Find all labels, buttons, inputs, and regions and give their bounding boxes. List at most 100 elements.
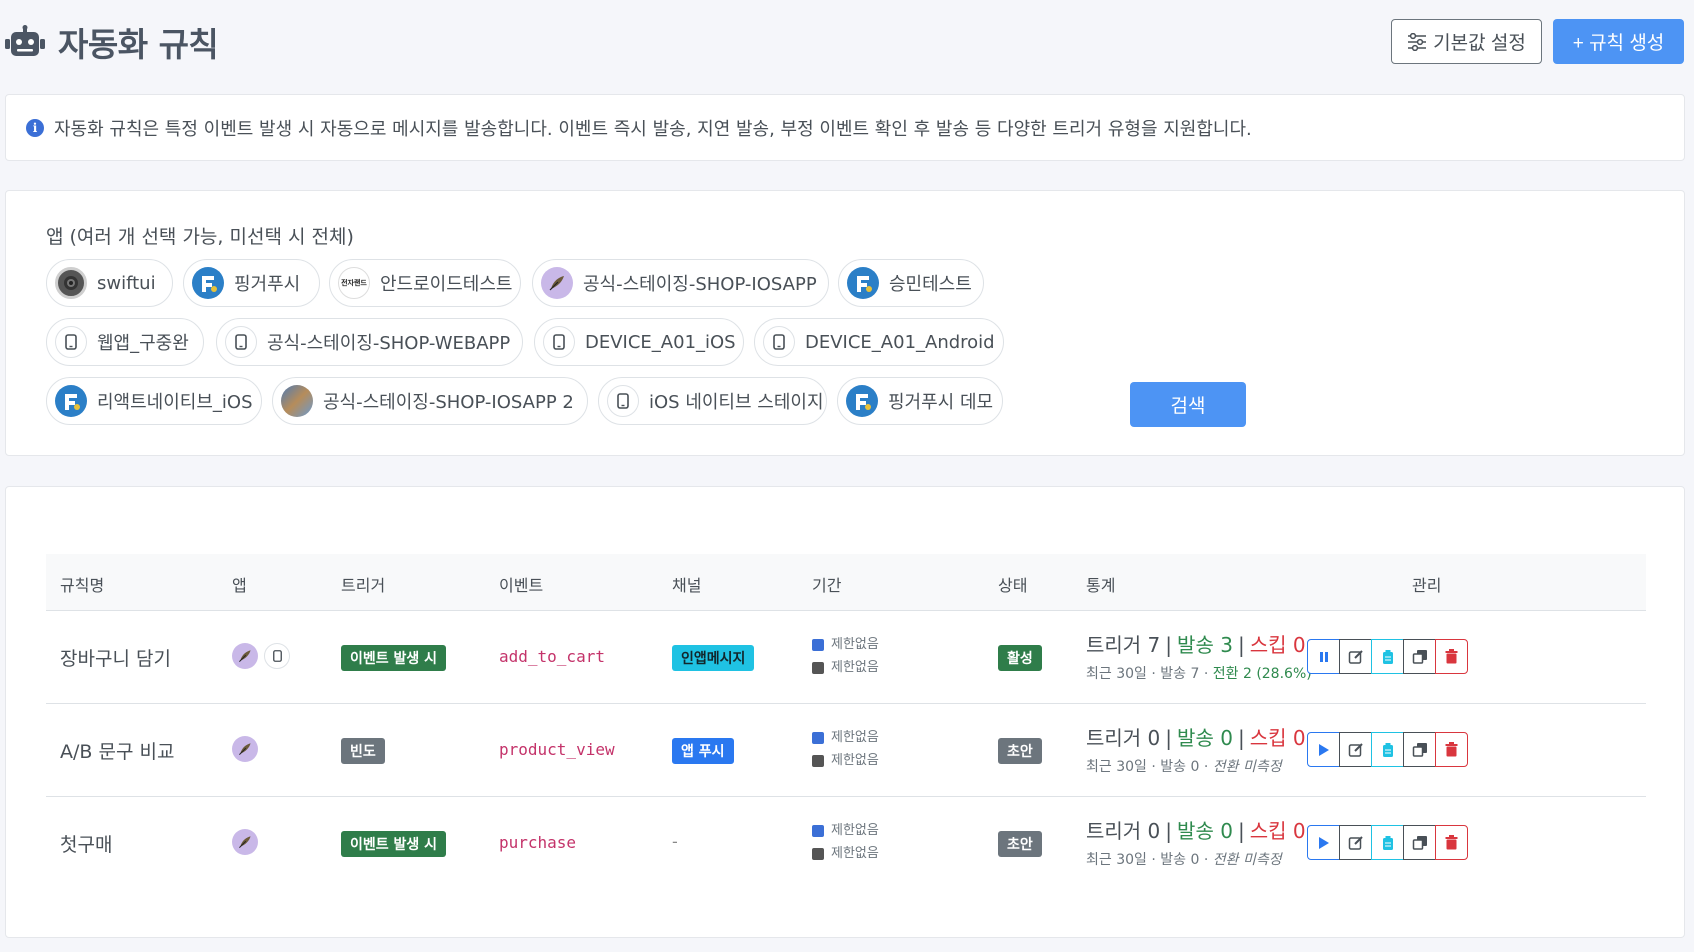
info-alert: i 자동화 규칙은 특정 이벤트 발생 시 자동으로 메시지를 발송합니다. 이… xyxy=(5,94,1685,161)
rule-name[interactable]: 첫구매 xyxy=(60,830,112,857)
copy-button[interactable] xyxy=(1403,639,1436,674)
app-chip-fingerpush-demo[interactable]: 핑거푸시 데모 xyxy=(837,377,1003,425)
period-end: 제한없음 xyxy=(831,846,879,861)
calendar-icon xyxy=(812,731,824,744)
period-start: 제한없음 xyxy=(831,823,879,838)
channel-empty: - xyxy=(672,832,678,851)
app-chip-label: 안드로이드테스트 xyxy=(380,274,513,295)
stats-trigger: 트리거 0 xyxy=(1086,819,1161,843)
app-chip-label: DEVICE_A01_iOS xyxy=(585,331,736,353)
rule-period: 제한없음 제한없음 xyxy=(812,819,879,865)
table-row: 첫구매 이벤트 발생 시 purchase - 제한없음 제한없음 초안 트리거… xyxy=(46,797,1646,890)
channel-badge: 앱 푸시 xyxy=(672,738,734,764)
edit-button[interactable] xyxy=(1339,825,1372,860)
mobile-device-icon xyxy=(543,326,575,358)
stats-sent: 발송 0 xyxy=(1177,819,1233,843)
column-header-name: 규칙명 xyxy=(60,576,105,595)
logs-button[interactable] xyxy=(1371,732,1404,767)
rule-name[interactable]: A/B 문구 비교 xyxy=(60,737,174,764)
page-header: 자동화 규칙 기본값 설정 + 규칙 생성 xyxy=(0,0,1694,84)
rule-apps xyxy=(232,643,290,669)
app-filter-card: 앱 (여러 개 선택 가능, 미선택 시 전체) swiftui 핑거푸시 전자… xyxy=(5,190,1685,456)
stats-trigger: 트리거 7 xyxy=(1086,633,1161,657)
trash-icon xyxy=(1445,649,1458,664)
rule-name[interactable]: 장바구니 담기 xyxy=(60,644,171,671)
status-badge: 초안 xyxy=(998,831,1042,857)
app-chip-label: 핑거푸시 xyxy=(234,274,301,295)
rule-stats: 트리거 0 | 발송 0 | 스킵 0 최근 30일 · 발송 0 · 전환 미측정 xyxy=(1086,726,1306,775)
rule-period: 제한없음 제한없음 xyxy=(812,726,879,772)
app-chip-staging-shop-iosapp[interactable]: 공식-스테이징-SHOP-IOSAPP xyxy=(532,259,829,307)
info-text: 자동화 규칙은 특정 이벤트 발생 시 자동으로 메시지를 발송합니다. 이벤트… xyxy=(54,118,1252,140)
logs-button[interactable] xyxy=(1371,639,1404,674)
app-chip-react-native-ios[interactable]: 리액트네이티브_iOS xyxy=(46,377,262,425)
table-row: A/B 문구 비교 빈도 product_view 앱 푸시 제한없음 제한없음… xyxy=(46,704,1646,797)
table-header: 규칙명 앱 트리거 이벤트 채널 기간 상태 통계 관리 xyxy=(46,554,1646,611)
search-button[interactable]: 검색 xyxy=(1130,382,1246,427)
app-chip-webapp-gujungwan[interactable]: 웹앱_구중완 xyxy=(46,318,204,366)
rules-table: 규칙명 앱 트리거 이벤트 채널 기간 상태 통계 관리 장바구니 담기 이벤트… xyxy=(46,554,1646,890)
app-chip-swiftui[interactable]: swiftui xyxy=(46,259,173,307)
calendar-icon xyxy=(812,638,824,651)
delete-button[interactable] xyxy=(1435,825,1468,860)
edit-icon xyxy=(1348,649,1363,664)
status-badge: 초안 xyxy=(998,738,1042,764)
edit-button[interactable] xyxy=(1339,732,1372,767)
trigger-badge: 빈도 xyxy=(341,738,385,764)
play-icon xyxy=(1318,836,1329,849)
channel-badge: 인앱메시지 xyxy=(672,645,755,671)
trigger-badge: 이벤트 발생 시 xyxy=(341,831,447,857)
defaults-settings-label: 기본값 설정 xyxy=(1433,33,1526,54)
table-row: 장바구니 담기 이벤트 발생 시 add_to_cart 인앱메시지 제한없음 … xyxy=(46,611,1646,704)
pause-button[interactable] xyxy=(1307,639,1340,674)
play-button[interactable] xyxy=(1307,732,1340,767)
app-chip-fingerpush[interactable]: 핑거푸시 xyxy=(183,259,320,307)
app-chip-staging-shop-iosapp-2[interactable]: 공식-스테이징-SHOP-IOSAPP 2 xyxy=(272,377,588,425)
stats-sub-sent: 발송 0 xyxy=(1160,759,1200,775)
fingerpush-logo-icon xyxy=(846,385,878,417)
swift-app-icon xyxy=(55,267,87,299)
clipboard-icon xyxy=(1382,835,1393,850)
calendar-check-icon xyxy=(812,847,824,860)
app-chip-label: 공식-스테이징-SHOP-WEBAPP xyxy=(267,333,511,354)
period-start: 제한없음 xyxy=(831,730,879,745)
app-chip-seungmin-test[interactable]: 승민테스트 xyxy=(838,259,984,307)
column-header-event: 이벤트 xyxy=(499,576,544,595)
rule-apps xyxy=(232,829,258,855)
delete-button[interactable] xyxy=(1435,639,1468,674)
app-chip-android-test[interactable]: 전자랜드 안드로이드테스트 xyxy=(329,259,521,307)
sliders-icon xyxy=(1408,32,1427,51)
app-chip-ios-native-stage[interactable]: iOS 네이티브 스테이지 xyxy=(598,377,827,425)
mobile-device-icon xyxy=(264,643,290,669)
copy-button[interactable] xyxy=(1403,732,1436,767)
row-actions xyxy=(1307,732,1468,767)
defaults-settings-button[interactable]: 기본값 설정 xyxy=(1391,19,1542,64)
copy-button[interactable] xyxy=(1403,825,1436,860)
play-button[interactable] xyxy=(1307,825,1340,860)
calendar-check-icon xyxy=(812,754,824,767)
app-chip-staging-shop-webapp[interactable]: 공식-스테이징-SHOP-WEBAPP xyxy=(216,318,523,366)
event-name: add_to_cart xyxy=(499,647,605,666)
create-rule-button[interactable]: + 규칙 생성 xyxy=(1553,19,1684,64)
mobile-device-icon xyxy=(225,326,257,358)
stats-period: 최근 30일 xyxy=(1086,852,1147,868)
column-header-channel: 채널 xyxy=(672,576,702,595)
app-chip-device-a01-android[interactable]: DEVICE_A01_Android xyxy=(754,318,1004,366)
fingerpush-logo-icon xyxy=(847,267,879,299)
calendar-check-icon xyxy=(812,661,824,674)
app-chip-label: iOS 네이티브 스테이지 xyxy=(649,392,824,413)
app-chip-label: 공식-스테이징-SHOP-IOSAPP xyxy=(583,274,817,295)
column-header-trigger: 트리거 xyxy=(341,576,386,595)
logs-button[interactable] xyxy=(1371,825,1404,860)
app-chip-label: 리액트네이티브_iOS xyxy=(97,392,253,413)
mobile-device-icon xyxy=(763,326,795,358)
app-chip-label: 핑거푸시 데모 xyxy=(888,392,994,413)
app-filter-label: 앱 (여러 개 선택 가능, 미선택 시 전체) xyxy=(46,226,354,248)
stats-trigger: 트리거 0 xyxy=(1086,726,1161,750)
feather-app-icon xyxy=(232,643,258,669)
app-chip-device-a01-ios[interactable]: DEVICE_A01_iOS xyxy=(534,318,744,366)
edit-button[interactable] xyxy=(1339,639,1372,674)
delete-button[interactable] xyxy=(1435,732,1468,767)
rules-table-card: 규칙명 앱 트리거 이벤트 채널 기간 상태 통계 관리 장바구니 담기 이벤트… xyxy=(5,486,1685,938)
rule-stats: 트리거 7 | 발송 3 | 스킵 0 최근 30일 · 발송 7 · 전환 2 (28… xyxy=(1086,633,1312,682)
